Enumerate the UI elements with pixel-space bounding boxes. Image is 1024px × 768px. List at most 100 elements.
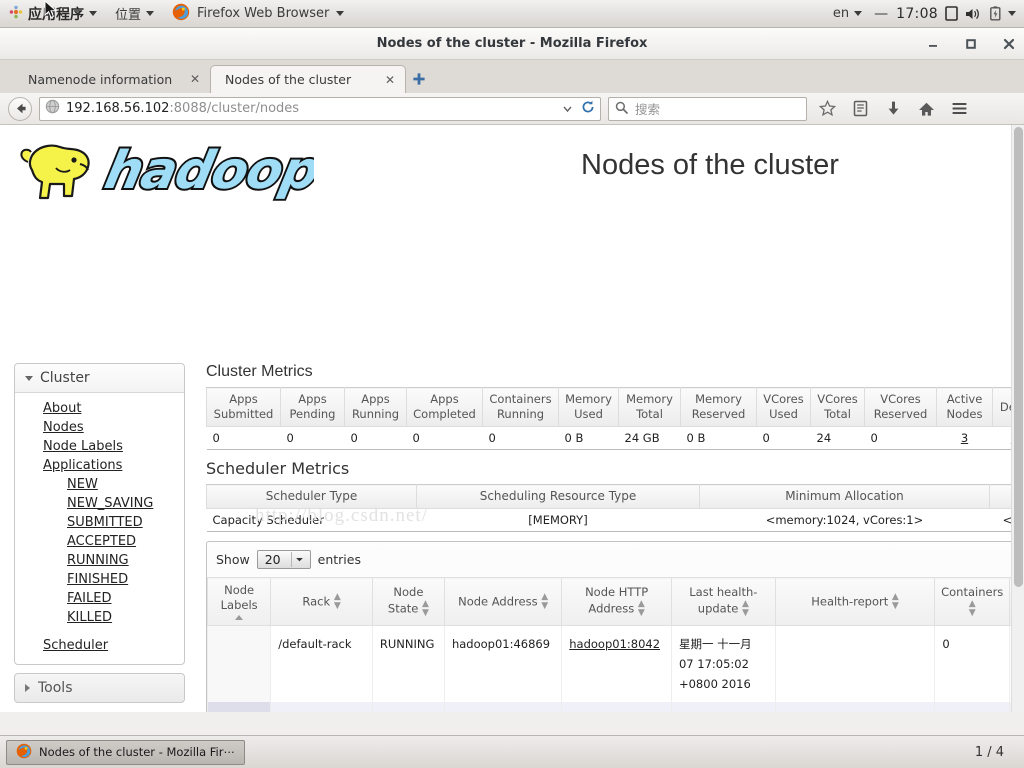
col-vcores-total[interactable]: VCores Total bbox=[810, 387, 865, 427]
val-memory-total: 24 GB bbox=[618, 426, 681, 450]
table-row[interactable]: /default-rack RUNNING hadoop01:46869 had… bbox=[206, 625, 1024, 702]
window-menu-firefox[interactable]: Firefox Web Browser bbox=[163, 1, 353, 27]
sidebar-tools-panel[interactable]: Tools bbox=[14, 673, 185, 703]
cell-node-address: hadoop01:46869 bbox=[443, 625, 563, 702]
val-scheduling-resource-type: [MEMORY] bbox=[416, 508, 700, 532]
tab-namenode-information[interactable]: Namenode information ✕ bbox=[14, 65, 210, 93]
col-containers[interactable]: Containers ▲ ▼ bbox=[934, 577, 1011, 626]
sidebar-item-node-labels[interactable]: Node Labels bbox=[15, 437, 184, 456]
volume-icon[interactable] bbox=[964, 5, 982, 23]
workspace-indicator[interactable]: 1 / 4 bbox=[975, 745, 1018, 760]
tab-nodes-of-the-cluster[interactable]: Nodes of the cluster ✕ bbox=[210, 65, 406, 93]
close-button[interactable] bbox=[1000, 35, 1018, 53]
cell-health-report bbox=[774, 702, 936, 712]
sidebar-item-running[interactable]: RUNNING bbox=[15, 551, 184, 570]
col-node-state[interactable]: Node State ▲ ▼ bbox=[371, 577, 445, 626]
col-health-report[interactable]: Health-report ▲ ▼ bbox=[774, 577, 936, 626]
sort-none-icon: ▲ ▼ bbox=[422, 599, 429, 618]
col-label: Containers bbox=[941, 585, 1004, 599]
url-dropdown-icon[interactable] bbox=[562, 99, 573, 118]
minimize-button[interactable] bbox=[924, 35, 942, 53]
home-icon[interactable] bbox=[913, 97, 939, 121]
display-icon[interactable] bbox=[942, 5, 960, 23]
search-bar[interactable]: 搜索 bbox=[608, 96, 807, 121]
tab-close-icon[interactable]: ✕ bbox=[190, 72, 200, 86]
sidebar-item-nodes[interactable]: Nodes bbox=[15, 418, 184, 437]
sidebar-item-new[interactable]: NEW bbox=[15, 475, 184, 494]
new-tab-button[interactable] bbox=[406, 65, 432, 93]
col-node-address[interactable]: Node Address ▲ ▼ bbox=[443, 577, 563, 626]
col-memory-used[interactable]: Memory Used bbox=[558, 387, 619, 427]
screen: 应用程序 位置 Firefox Web Browser en — 17:08 N… bbox=[0, 0, 1024, 768]
col-memory-reserved[interactable]: Memory Reserved bbox=[680, 387, 757, 427]
cell-node-http-address: hadoop03:8042 bbox=[561, 702, 672, 712]
chevron-right-icon bbox=[25, 684, 30, 692]
sidebar-cluster-header[interactable]: Cluster bbox=[15, 364, 184, 393]
val-scheduler-type: Capacity Scheduler bbox=[206, 508, 417, 532]
col-rack[interactable]: Rack ▲ ▼ bbox=[270, 577, 373, 626]
sidebar-item-about[interactable]: About bbox=[15, 399, 184, 418]
node-http-link[interactable]: hadoop01:8042 bbox=[569, 637, 660, 651]
cell-containers: 0 bbox=[934, 702, 1011, 712]
sidebar-item-submitted[interactable]: SUBMITTED bbox=[15, 513, 184, 532]
chevron-down-icon[interactable] bbox=[1008, 11, 1016, 16]
menu-icon[interactable] bbox=[946, 97, 972, 121]
main-content: Cluster Metrics Apps Submitted Apps Pend… bbox=[200, 363, 1024, 712]
clock[interactable]: 17:08 bbox=[896, 6, 938, 22]
col-apps-completed[interactable]: Apps Completed bbox=[406, 387, 483, 427]
col-apps-pending[interactable]: Apps Pending bbox=[280, 387, 345, 427]
page-size-value: 20 bbox=[264, 552, 281, 567]
table-row[interactable]: /default-rack RUNNING hadoop03:57504 had… bbox=[206, 702, 1024, 712]
val-apps-submitted: 0 bbox=[206, 426, 281, 450]
nodes-table-body: /default-rack RUNNING hadoop01:46869 had… bbox=[206, 625, 1024, 712]
maximize-button[interactable] bbox=[962, 35, 980, 53]
col-active-nodes[interactable]: Active Nodes bbox=[936, 387, 993, 427]
col-node-http-address[interactable]: Node HTTP Address ▲ ▼ bbox=[561, 577, 672, 626]
page-header: hadoop Nodes of the cluster bbox=[0, 125, 1011, 222]
back-button[interactable] bbox=[8, 96, 32, 121]
col-memory-total[interactable]: Memory Total bbox=[618, 387, 681, 427]
keyboard-layout-indicator[interactable]: en bbox=[829, 1, 866, 27]
cell-node-labels bbox=[206, 625, 272, 702]
col-node-labels[interactable]: Node Labels bbox=[206, 577, 272, 626]
globe-icon bbox=[45, 99, 60, 118]
firefox-window: Nodes of the cluster - Mozilla Firefox N… bbox=[0, 28, 1024, 735]
table-header-row: Scheduler Type Scheduling Resource Type … bbox=[206, 484, 1024, 509]
page-scrollbar[interactable] bbox=[1011, 125, 1024, 712]
sidebar-item-accepted[interactable]: ACCEPTED bbox=[15, 532, 184, 551]
tab-close-icon[interactable]: ✕ bbox=[385, 73, 395, 87]
sidebar-item-killed[interactable]: KILLED bbox=[15, 608, 184, 627]
page-scrollbar-thumb[interactable] bbox=[1014, 127, 1023, 587]
sort-none-icon: ▲ ▼ bbox=[968, 599, 976, 618]
col-scheduler-type[interactable]: Scheduler Type bbox=[206, 484, 417, 509]
chevron-down-icon bbox=[89, 11, 97, 16]
places-menu[interactable]: 位置 bbox=[106, 1, 163, 27]
col-vcores-reserved[interactable]: VCores Reserved bbox=[864, 387, 937, 427]
sidebar-item-scheduler[interactable]: Scheduler bbox=[15, 636, 184, 655]
col-minimum-allocation[interactable]: Minimum Allocation bbox=[699, 484, 990, 509]
page-size-select[interactable]: 20 bbox=[256, 550, 311, 569]
bookmark-star-icon[interactable] bbox=[814, 97, 840, 121]
sidebar-item-new-saving[interactable]: NEW_SAVING bbox=[15, 494, 184, 513]
col-scheduling-resource-type[interactable]: Scheduling Resource Type bbox=[416, 484, 700, 509]
scheduler-metrics-wrap: Scheduler Type Scheduling Resource Type … bbox=[206, 484, 1024, 532]
sidebar-item-applications[interactable]: Applications bbox=[15, 456, 184, 475]
col-containers-running[interactable]: Containers Running bbox=[482, 387, 559, 427]
sidebar-item-failed[interactable]: FAILED bbox=[15, 589, 184, 608]
col-apps-submitted[interactable]: Apps Submitted bbox=[206, 387, 281, 427]
col-apps-running[interactable]: Apps Running bbox=[344, 387, 407, 427]
col-vcores-used[interactable]: VCores Used bbox=[756, 387, 811, 427]
chevron-down-icon bbox=[290, 552, 307, 567]
mouse-cursor bbox=[44, 0, 58, 19]
val-active-nodes[interactable]: 3 bbox=[936, 426, 993, 450]
reader-icon[interactable] bbox=[847, 97, 873, 121]
sidebar-item-finished[interactable]: FINISHED bbox=[15, 570, 184, 589]
battery-icon[interactable] bbox=[986, 5, 1004, 23]
reload-icon[interactable] bbox=[581, 99, 595, 118]
search-input[interactable]: 搜索 bbox=[635, 99, 660, 118]
url-bar[interactable]: 192.168.56.102:8088/cluster/nodes bbox=[39, 96, 601, 121]
downloads-icon[interactable] bbox=[880, 97, 906, 121]
taskbar-window-button[interactable]: Nodes of the cluster - Mozilla Fir⋯ bbox=[6, 739, 245, 765]
taskbar: Nodes of the cluster - Mozilla Fir⋯ 1 / … bbox=[0, 735, 1024, 768]
col-last-health-update[interactable]: Last health-update ▲ ▼ bbox=[670, 577, 776, 626]
